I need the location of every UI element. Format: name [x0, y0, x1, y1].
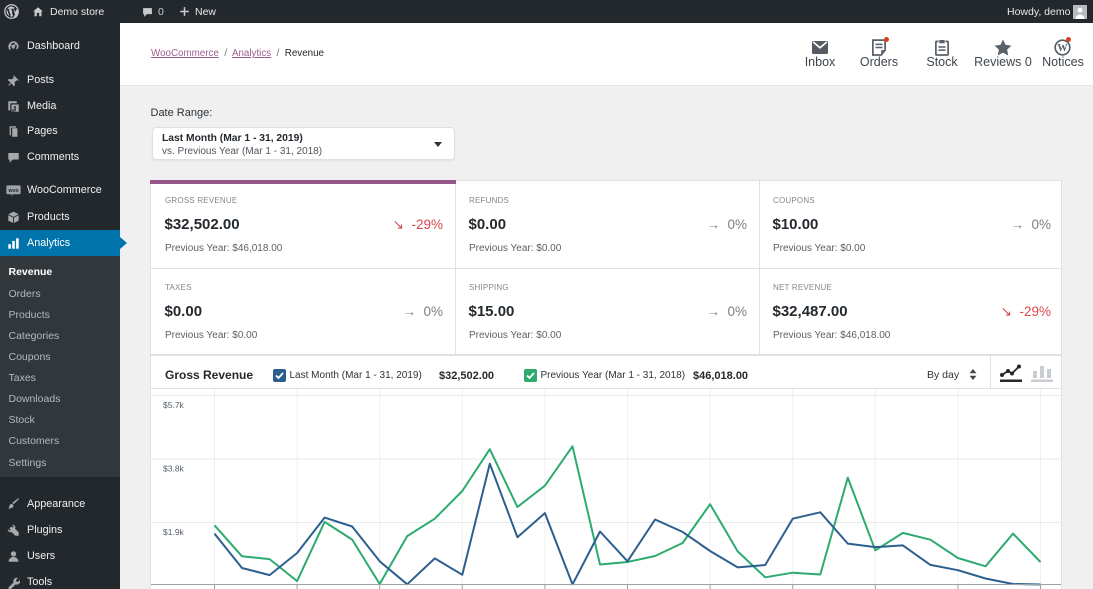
svg-text:$3.8k: $3.8k [163, 464, 185, 474]
svg-text:woo: woo [7, 187, 18, 193]
svg-text:W: W [1057, 43, 1068, 54]
svg-text:$1.9k: $1.9k [163, 527, 185, 537]
svg-text:$5.7k: $5.7k [163, 400, 185, 410]
